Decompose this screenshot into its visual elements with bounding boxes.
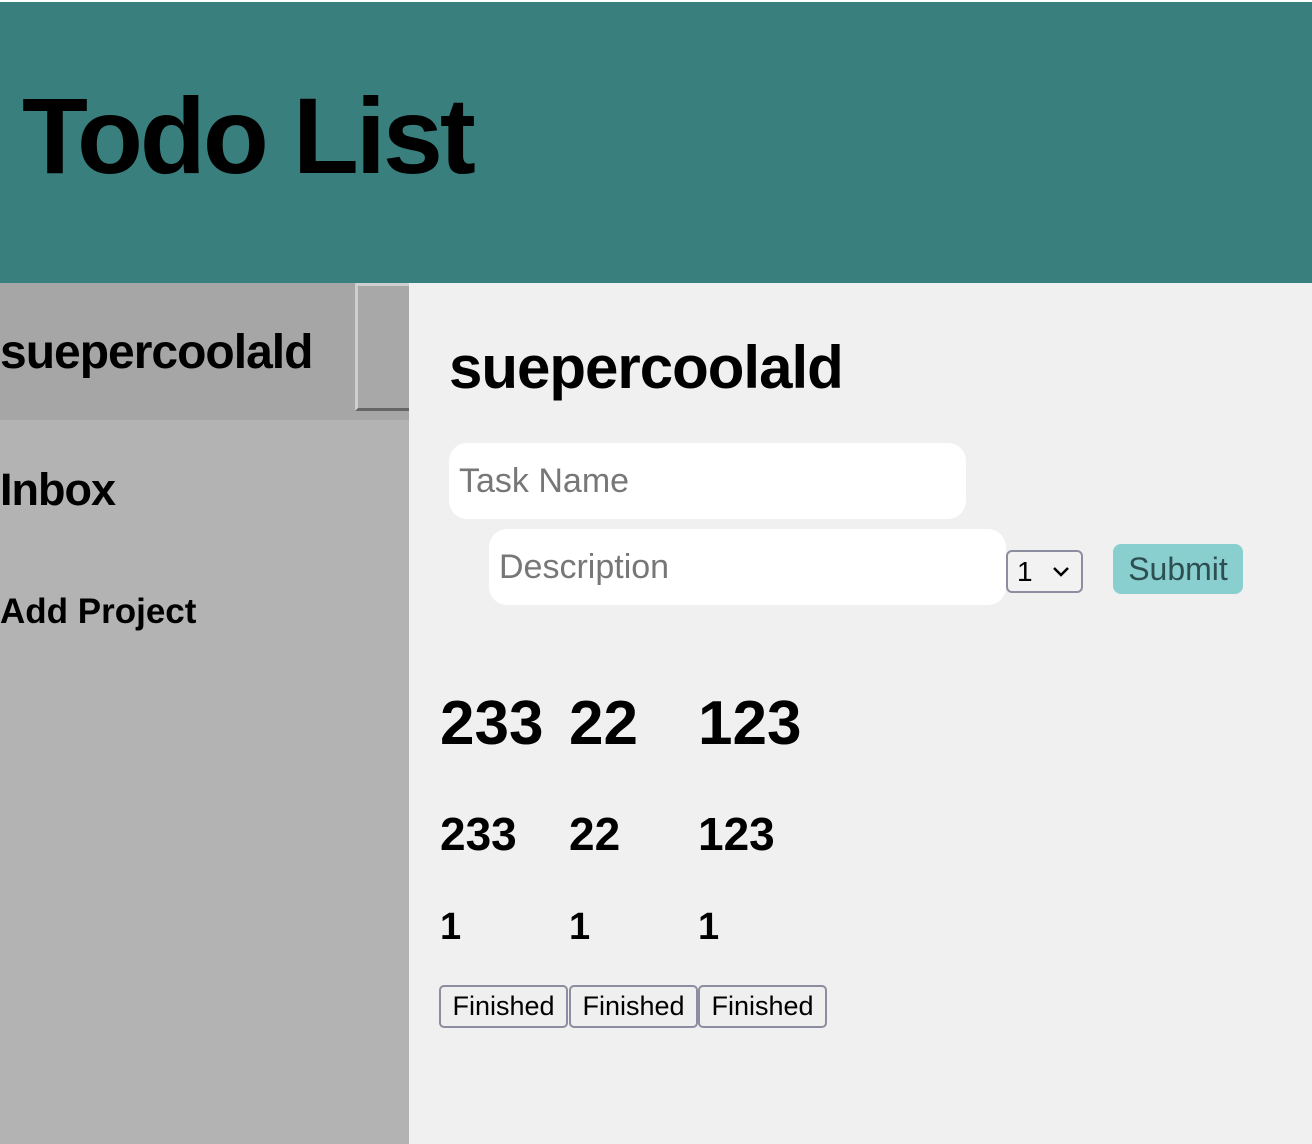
sidebar-project-name[interactable]: suepercoolald bbox=[0, 329, 313, 377]
project-delete-button[interactable] bbox=[355, 283, 409, 411]
task-card: 22 22 1 bbox=[569, 689, 638, 947]
sidebar-item-inbox[interactable]: Inbox bbox=[0, 467, 116, 512]
header: Todo List bbox=[0, 0, 1312, 283]
finished-button[interactable]: Finished bbox=[569, 985, 698, 1028]
finished-button[interactable]: Finished bbox=[698, 985, 827, 1028]
sidebar-item-project[interactable]: suepercoolald bbox=[0, 283, 409, 420]
task-description: 22 bbox=[569, 808, 621, 860]
priority-select[interactable]: 1 bbox=[1006, 550, 1083, 593]
chevron-down-icon bbox=[1051, 552, 1071, 603]
app-title: Todo List bbox=[22, 75, 476, 196]
task-priority: 1 bbox=[440, 906, 462, 948]
task-name: 22 bbox=[569, 689, 638, 758]
task-priority: 1 bbox=[569, 906, 591, 948]
task-description: 233 bbox=[440, 808, 517, 860]
task-name: 123 bbox=[698, 689, 802, 758]
sidebar: suepercoolald Inbox Add Project bbox=[0, 283, 409, 1144]
task-card: 123 123 1 bbox=[698, 689, 802, 947]
description-input[interactable] bbox=[489, 529, 1006, 605]
task-description: 123 bbox=[698, 808, 775, 860]
main-panel: suepercoolald 1 Submit 233 233 1 22 22 1… bbox=[409, 283, 1312, 1144]
task-name: 233 bbox=[440, 689, 544, 758]
submit-button[interactable]: Submit bbox=[1113, 544, 1243, 594]
task-priority: 1 bbox=[698, 906, 720, 948]
task-name-input[interactable] bbox=[449, 443, 966, 519]
add-project-button[interactable]: Add Project bbox=[0, 594, 196, 629]
finished-button[interactable]: Finished bbox=[439, 985, 568, 1028]
task-card: 233 233 1 bbox=[440, 689, 544, 947]
priority-select-value: 1 bbox=[1017, 556, 1033, 587]
page-title: suepercoolald bbox=[449, 334, 844, 401]
